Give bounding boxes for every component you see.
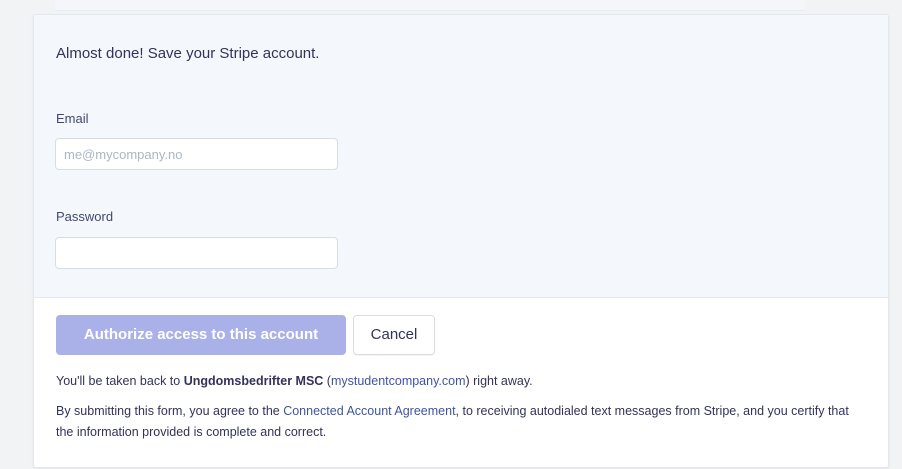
platform-name: Ungdomsbedrifter MSC bbox=[183, 374, 324, 388]
return-note: You'll be taken back to Ungdomsbedrifter… bbox=[56, 371, 533, 392]
authorize-button[interactable]: Authorize access to this account bbox=[56, 315, 346, 355]
terms-note: By submitting this form, you agree to th… bbox=[56, 401, 856, 443]
return-note-prefix: You'll be taken back to bbox=[56, 374, 184, 388]
email-label: Email bbox=[56, 111, 89, 126]
form-heading: Almost done! Save your Stripe account. bbox=[56, 45, 320, 62]
terms-note-prefix: By submitting this form, you agree to th… bbox=[56, 404, 284, 418]
account-form-section: Almost done! Save your Stripe account. E… bbox=[34, 15, 888, 298]
top-panel-edge bbox=[55, 0, 805, 11]
return-note-suffix: ) right away. bbox=[465, 374, 533, 388]
connected-account-agreement-link[interactable]: Connected Account Agreement bbox=[283, 404, 455, 418]
cancel-button[interactable]: Cancel bbox=[353, 315, 435, 355]
stripe-connect-card: Almost done! Save your Stripe account. E… bbox=[33, 14, 889, 468]
password-label: Password bbox=[56, 209, 114, 224]
return-note-open-paren: ( bbox=[323, 374, 331, 388]
email-field[interactable] bbox=[55, 138, 338, 170]
password-field[interactable] bbox=[55, 237, 338, 269]
platform-url-link[interactable]: mystudentcompany.com bbox=[331, 374, 466, 388]
